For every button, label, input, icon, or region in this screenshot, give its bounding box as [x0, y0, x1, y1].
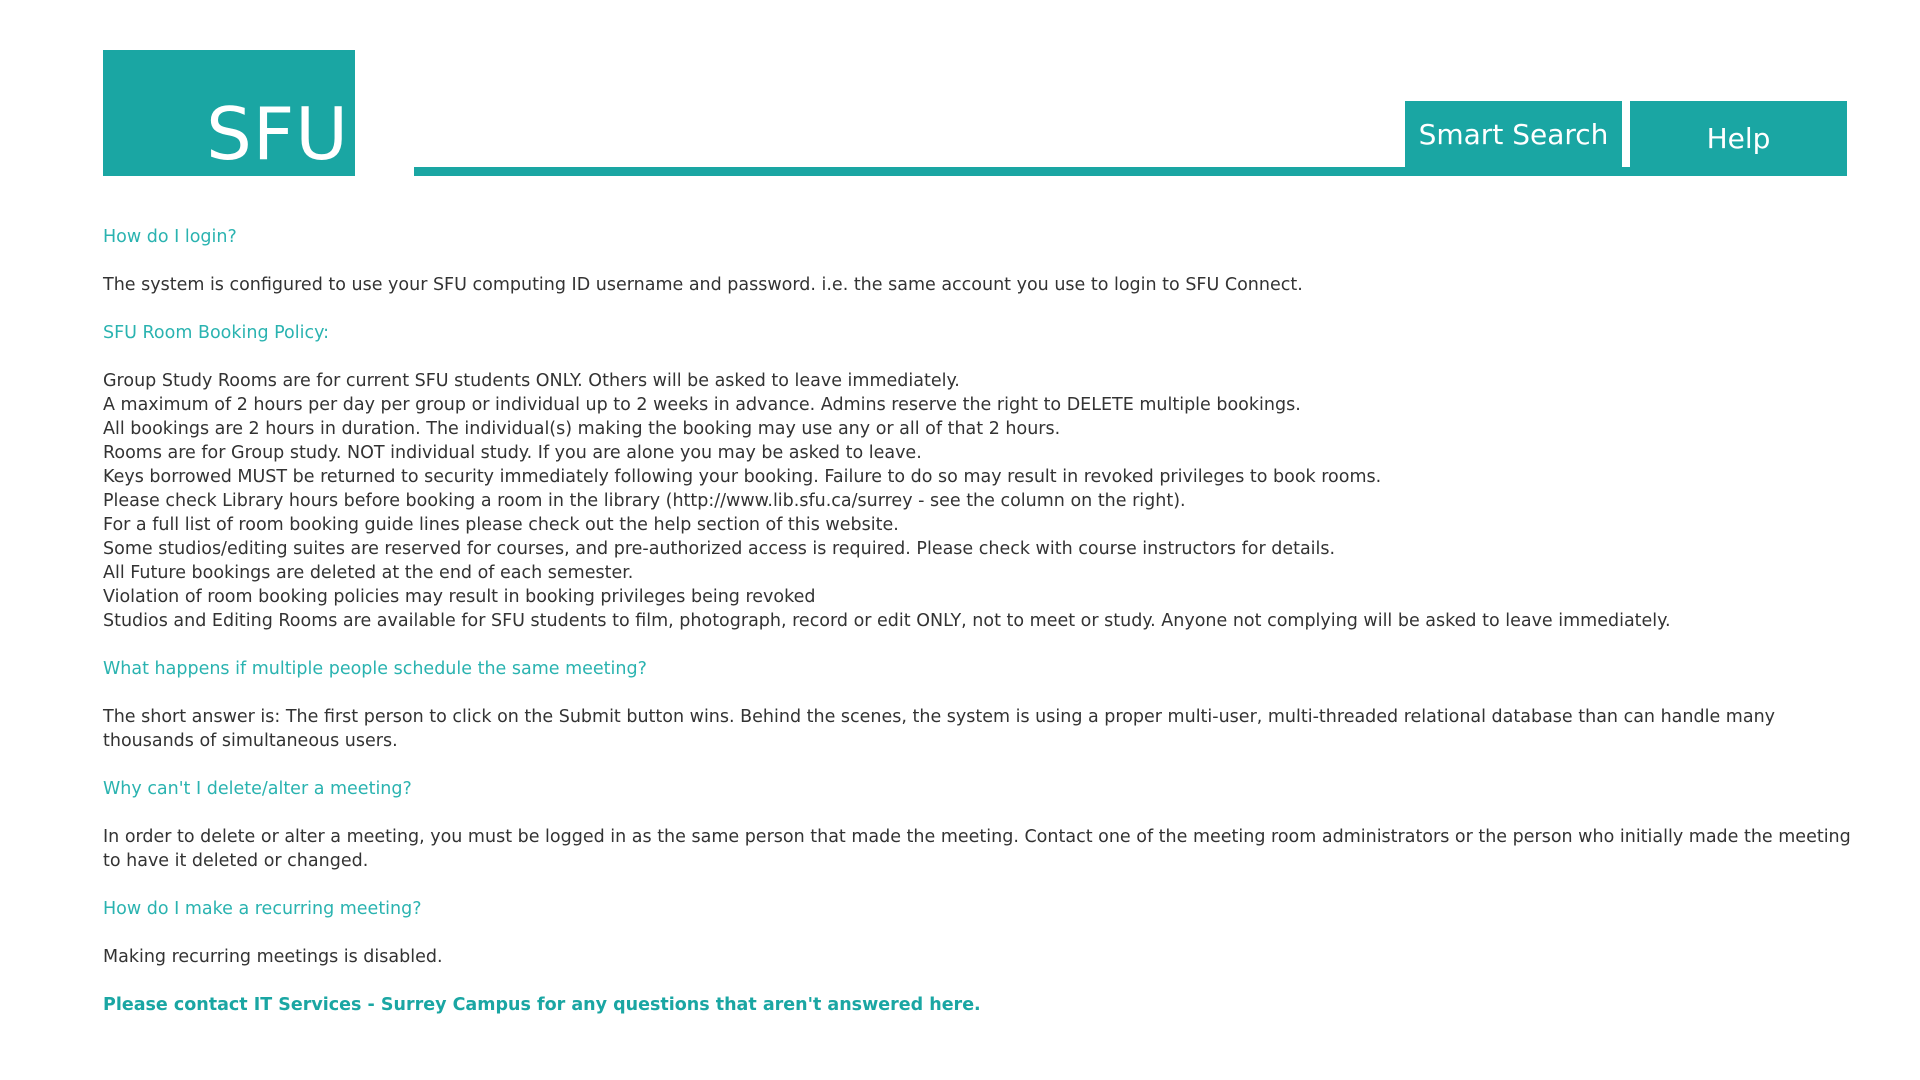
policy-item: Some studios/editing suites are reserved…: [103, 539, 1336, 559]
help-button[interactable]: Help: [1630, 101, 1847, 176]
faq-question-recurring: How do I make a recurring meeting?: [103, 899, 422, 919]
logo-text: SFU: [206, 92, 349, 176]
smart-search-button[interactable]: Smart Search: [1405, 101, 1622, 167]
policy-item: A maximum of 2 hours per day per group o…: [103, 395, 1301, 415]
policy-list: Group Study Rooms are for current SFU st…: [103, 369, 1853, 633]
policy-item: Group Study Rooms are for current SFU st…: [103, 371, 960, 391]
faq-answer-login: The system is configured to use your SFU…: [103, 275, 1303, 295]
faq-question-login: How do I login?: [103, 227, 237, 247]
policy-item: Violation of room booking policies may r…: [103, 587, 816, 607]
page: SFU Smart Search Help How do I login? Th…: [0, 0, 1920, 1080]
policy-heading: SFU Room Booking Policy:: [103, 323, 330, 343]
help-content: How do I login? The system is configured…: [103, 225, 1853, 1017]
policy-item: For a full list of room booking guide li…: [103, 515, 899, 535]
policy-item: All Future bookings are deleted at the e…: [103, 563, 634, 583]
policy-item: Keys borrowed MUST be returned to securi…: [103, 467, 1382, 487]
faq-answer-recurring: Making recurring meetings is disabled.: [103, 947, 443, 967]
header: SFU Smart Search Help: [103, 50, 1847, 176]
faq-question-multiple: What happens if multiple people schedule…: [103, 659, 647, 679]
policy-item: All bookings are 2 hours in duration. Th…: [103, 419, 1061, 439]
policy-item: Rooms are for Group study. NOT individua…: [103, 443, 922, 463]
faq-question-delete: Why can't I delete/alter a meeting?: [103, 779, 412, 799]
sfu-logo[interactable]: SFU: [103, 50, 355, 176]
faq-answer-delete: In order to delete or alter a meeting, y…: [103, 827, 1851, 871]
policy-item: Studios and Editing Rooms are available …: [103, 611, 1671, 631]
policy-item: Please check Library hours before bookin…: [103, 491, 1186, 511]
contact-it-services-link[interactable]: Please contact IT Services - Surrey Camp…: [103, 995, 981, 1015]
faq-answer-multiple: The short answer is: The first person to…: [103, 707, 1776, 751]
